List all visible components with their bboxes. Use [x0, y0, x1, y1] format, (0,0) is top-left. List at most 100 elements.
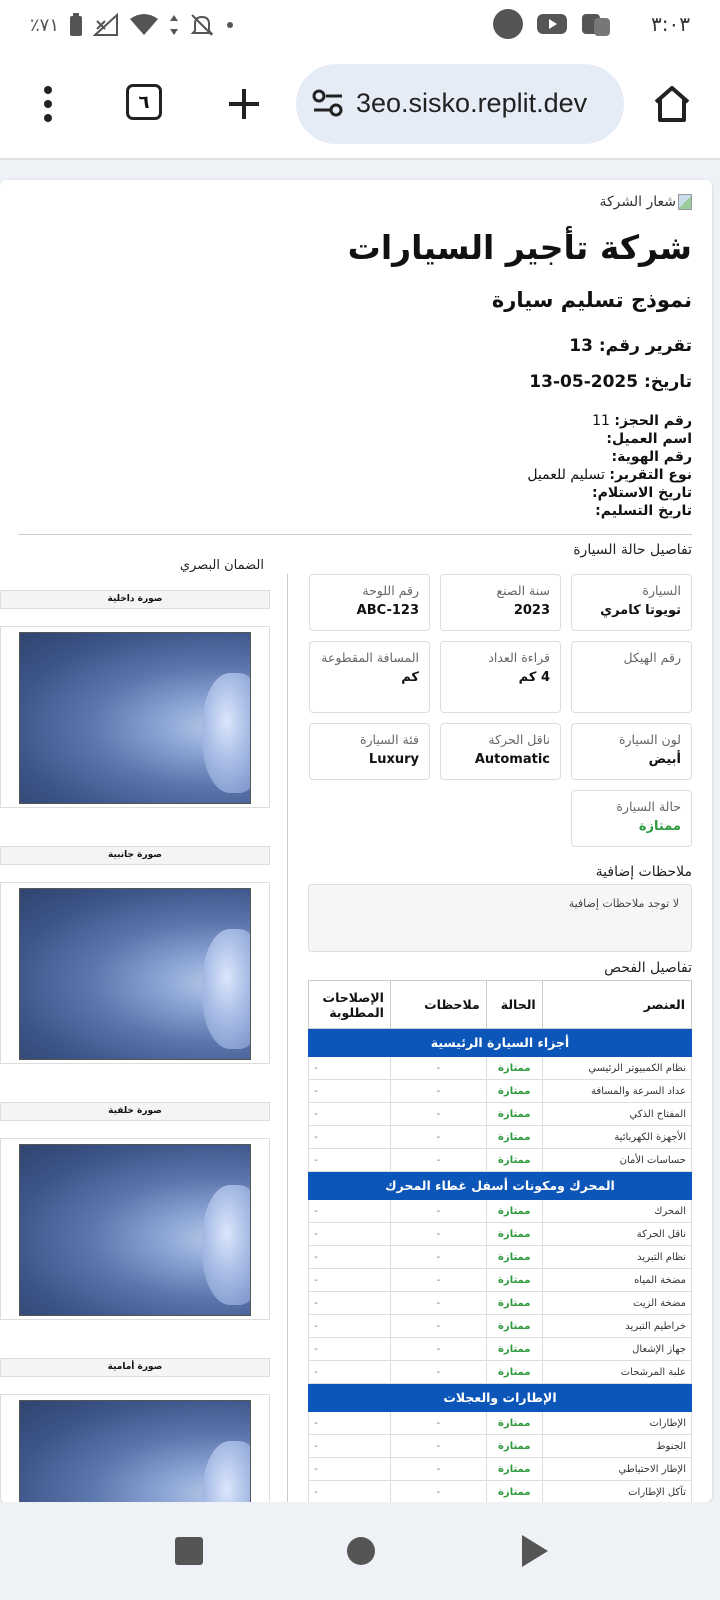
photo-front[interactable] — [0, 1394, 270, 1502]
card-year: سنة الصنع 2023 — [440, 574, 561, 631]
meta-value: 11 — [592, 413, 610, 429]
recent-apps-icon[interactable] — [174, 1536, 204, 1566]
home-nav-icon[interactable] — [346, 1536, 376, 1566]
table-row: عداد السرعة والمسافة ممتازة - - — [308, 1079, 693, 1103]
plus-icon — [229, 89, 259, 119]
cell-notes: - — [389, 1411, 487, 1435]
cell-notes: - — [389, 1125, 487, 1149]
card-value: 4 كم — [518, 670, 550, 685]
photo-label-interior: صورة داخلية — [0, 590, 270, 609]
card-vin: رقم الهيكل — [571, 641, 692, 713]
card-plate: رقم اللوحة ABC-123 — [309, 574, 430, 631]
site-settings-button[interactable] — [312, 88, 344, 122]
card-value: 2023 — [513, 603, 550, 618]
home-icon — [654, 86, 690, 122]
section-title: المحرك ومكونات أسفل غطاء المحرك — [308, 1171, 692, 1200]
meta-label: نوع التقرير: — [609, 467, 692, 483]
card-label: فئة السيارة — [359, 732, 419, 747]
card-label: السيارة — [642, 583, 681, 598]
dot-icon — [227, 22, 234, 28]
cell-item: الإطارات — [541, 1411, 693, 1435]
cell-status: ممتازة — [485, 1434, 543, 1458]
status-right-icons — [492, 8, 612, 40]
cell-item: نظام التبريد — [541, 1245, 693, 1269]
card-label: ناقل الحركة — [488, 732, 550, 747]
col-repairs: الإصلاحات المطلوبة — [308, 980, 391, 1029]
cell-status: ممتازة — [485, 1056, 543, 1080]
table-row: نظام الكمبيوتر الرئيسي ممتازة - - — [308, 1056, 693, 1080]
cell-status: ممتازة — [485, 1199, 543, 1223]
browser-menu-button[interactable] — [36, 82, 60, 126]
cell-item: نظام الكمبيوتر الرئيسي — [541, 1056, 693, 1080]
card-transmission: ناقل الحركة Automatic — [440, 723, 561, 780]
table-row: المفتاح الذكي ممتازة - - — [308, 1102, 693, 1126]
card-value: كم — [401, 670, 419, 685]
cell-notes: - — [389, 1079, 487, 1103]
cell-notes: - — [389, 1245, 487, 1269]
photo-side[interactable] — [0, 882, 270, 1064]
home-button[interactable] — [650, 82, 694, 126]
broken-image-icon — [678, 194, 692, 210]
cell-status: ممتازة — [485, 1291, 543, 1315]
inspection-table: العنصر الحالة ملاحظات الإصلاحات المطلوبة… — [308, 980, 693, 1502]
card-odometer: قراءة العداد 4 كم — [440, 641, 561, 713]
report-date: تاريخ: 2025-05-13 — [529, 372, 692, 392]
card-label: قراءة العداد — [488, 650, 550, 665]
cell-repairs: - — [308, 1480, 391, 1502]
company-logo: شعار الشركة — [599, 194, 692, 210]
col-status: الحالة — [485, 980, 543, 1029]
cell-repairs: - — [308, 1222, 391, 1246]
cell-status: ممتازة — [485, 1411, 543, 1435]
cell-repairs: - — [308, 1337, 391, 1361]
app-notification-icon — [582, 14, 610, 36]
cell-repairs: - — [308, 1291, 391, 1315]
url-text[interactable]: 3eo.sisko.replit.dev — [356, 88, 608, 119]
notifications-off-icon — [190, 14, 214, 36]
head-silhouette — [202, 1441, 250, 1502]
report-number: تقرير رقم: 13 — [569, 336, 692, 356]
cell-notes: - — [389, 1457, 487, 1481]
tab-switcher-button[interactable]: ٦ — [126, 84, 162, 120]
cell-notes: - — [389, 1268, 487, 1292]
section-title: أجزاء السيارة الرئيسية — [308, 1028, 692, 1057]
cell-notes: - — [389, 1314, 487, 1338]
table-row: مضخة الزيت ممتازة - - — [308, 1291, 693, 1315]
table-header-row: العنصر الحالة ملاحظات الإصلاحات المطلوبة — [308, 980, 693, 1029]
address-bar[interactable]: 3eo.sisko.replit.dev — [296, 64, 624, 144]
photo-rear[interactable] — [0, 1138, 270, 1320]
cell-notes: - — [389, 1056, 487, 1080]
more-vertical-icon — [44, 86, 52, 122]
cell-repairs: - — [308, 1199, 391, 1223]
circle-app-icon — [493, 9, 523, 39]
new-tab-button[interactable] — [222, 82, 266, 126]
table-row: حساسات الأمان ممتازة - - — [308, 1148, 693, 1172]
cell-status: ممتازة — [485, 1314, 543, 1338]
meta-label: رقم الحجز: — [614, 413, 692, 429]
card-label: رقم الهيكل — [623, 650, 682, 665]
notes-box: لا توجد ملاحظات إضافية — [308, 884, 692, 952]
photo-interior[interactable] — [0, 626, 270, 808]
card-value: تويوتا كامري — [600, 603, 681, 618]
cell-item: الجنوط — [541, 1434, 693, 1458]
meta-row: اسم العميل: — [527, 430, 692, 448]
card-value: أبيض — [648, 752, 681, 767]
meta-value: تسليم للعميل — [527, 467, 605, 483]
card-value: ABC-123 — [356, 603, 419, 618]
cell-notes: - — [389, 1360, 487, 1384]
notes-title: ملاحظات إضافية — [595, 864, 692, 880]
cell-repairs: - — [308, 1434, 391, 1458]
cell-status: ممتازة — [485, 1148, 543, 1172]
youtube-icon — [537, 14, 567, 34]
cell-status: ممتازة — [485, 1245, 543, 1269]
web-page: شعار الشركة شركة تأجير السيارات نموذج تس… — [0, 180, 712, 1502]
cell-notes: - — [389, 1291, 487, 1315]
table-row: مضخة المياه ممتازة - - — [308, 1268, 693, 1292]
logo-alt-text: شعار الشركة — [599, 194, 676, 210]
back-nav-icon[interactable] — [520, 1534, 550, 1568]
cell-repairs: - — [308, 1360, 391, 1384]
card-value: Luxury — [368, 752, 419, 767]
photo-placeholder-image — [19, 1400, 251, 1502]
table-section-row: الإطارات والعجلات — [308, 1383, 692, 1412]
table-row: الجنوط ممتازة - - — [308, 1434, 693, 1458]
meta-label: تاريخ الاستلام: — [592, 485, 692, 501]
